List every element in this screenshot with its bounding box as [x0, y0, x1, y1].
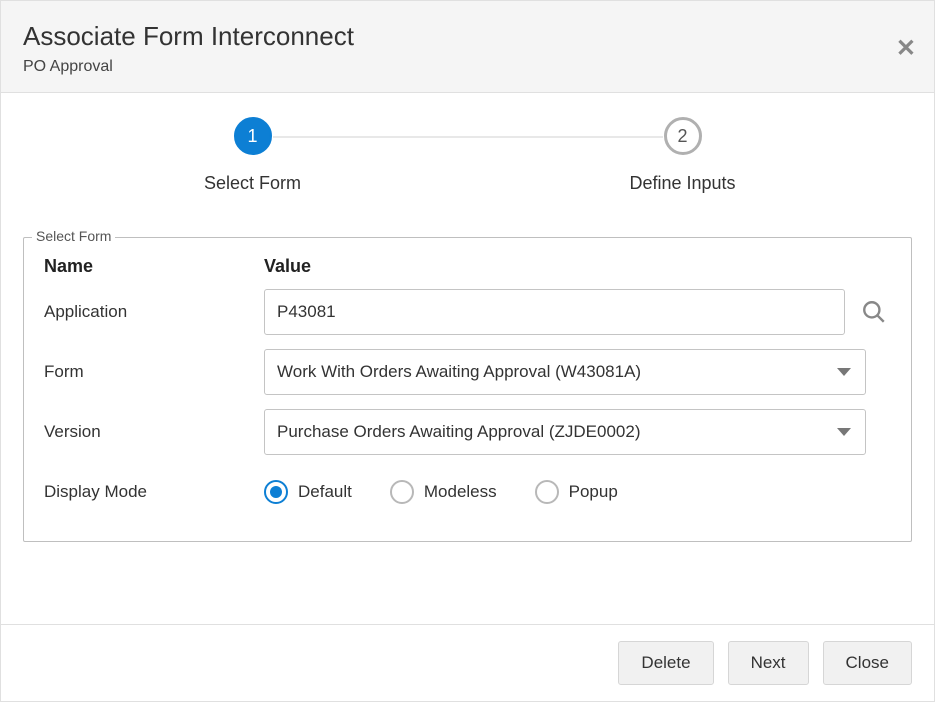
value-version: Purchase Orders Awaiting Approval (ZJDE0…: [264, 409, 891, 455]
row-application: Application: [44, 289, 891, 335]
step-1-circle: 1: [234, 117, 272, 155]
display-mode-radio-group: Default Modeless Popup: [264, 480, 618, 504]
search-icon[interactable]: [857, 295, 891, 329]
step-2-circle: 2: [664, 117, 702, 155]
dialog: Associate Form Interconnect PO Approval …: [0, 0, 935, 702]
close-button[interactable]: Close: [823, 641, 912, 685]
form-select-value: Work With Orders Awaiting Approval (W430…: [277, 362, 641, 382]
dialog-footer: Delete Next Close: [1, 624, 934, 701]
dialog-subtitle: PO Approval: [23, 58, 912, 76]
close-icon[interactable]: ✕: [896, 37, 916, 61]
radio-default-label: Default: [298, 482, 352, 502]
radio-popup[interactable]: Popup: [535, 480, 618, 504]
step-1-label: Select Form: [204, 173, 301, 194]
step-1-number: 1: [247, 126, 257, 147]
value-application: [264, 289, 891, 335]
dialog-header: Associate Form Interconnect PO Approval …: [1, 1, 934, 93]
dialog-title: Associate Form Interconnect: [23, 21, 912, 52]
label-version: Version: [44, 422, 264, 442]
fieldset-legend: Select Form: [32, 228, 115, 244]
step-select-form[interactable]: 1 Select Form: [133, 117, 373, 194]
step-2-number: 2: [677, 126, 687, 147]
radio-modeless[interactable]: Modeless: [390, 480, 497, 504]
value-display-mode: Default Modeless Popup: [264, 480, 891, 504]
value-form: Work With Orders Awaiting Approval (W430…: [264, 349, 891, 395]
column-header-value: Value: [264, 256, 891, 277]
application-input[interactable]: [264, 289, 845, 335]
version-select[interactable]: Purchase Orders Awaiting Approval (ZJDE0…: [264, 409, 866, 455]
delete-button-label: Delete: [641, 653, 690, 673]
radio-dot: [270, 486, 282, 498]
delete-button[interactable]: Delete: [618, 641, 713, 685]
select-form-fieldset: Select Form Name Value Application: [23, 237, 912, 542]
step-2-label: Define Inputs: [629, 173, 735, 194]
wizard-stepper: 1 Select Form 2 Define Inputs: [23, 117, 912, 207]
step-define-inputs[interactable]: 2 Define Inputs: [563, 117, 803, 194]
chevron-down-icon: [837, 368, 851, 376]
row-form: Form Work With Orders Awaiting Approval …: [44, 349, 891, 395]
label-form: Form: [44, 362, 264, 382]
label-display-mode: Display Mode: [44, 482, 264, 502]
dialog-content: 1 Select Form 2 Define Inputs Select For…: [1, 93, 934, 624]
chevron-down-icon: [837, 428, 851, 436]
radio-modeless-label: Modeless: [424, 482, 497, 502]
version-select-value: Purchase Orders Awaiting Approval (ZJDE0…: [277, 422, 640, 442]
radio-modeless-circle: [390, 480, 414, 504]
radio-popup-circle: [535, 480, 559, 504]
radio-popup-label: Popup: [569, 482, 618, 502]
label-application: Application: [44, 302, 264, 322]
form-select[interactable]: Work With Orders Awaiting Approval (W430…: [264, 349, 866, 395]
row-version: Version Purchase Orders Awaiting Approva…: [44, 409, 891, 455]
next-button-label: Next: [751, 653, 786, 673]
radio-default[interactable]: Default: [264, 480, 352, 504]
radio-default-circle: [264, 480, 288, 504]
form-header-row: Name Value: [44, 256, 891, 277]
next-button[interactable]: Next: [728, 641, 809, 685]
column-header-name: Name: [44, 256, 264, 277]
close-button-label: Close: [846, 653, 889, 673]
row-display-mode: Display Mode Default Modeless: [44, 469, 891, 515]
